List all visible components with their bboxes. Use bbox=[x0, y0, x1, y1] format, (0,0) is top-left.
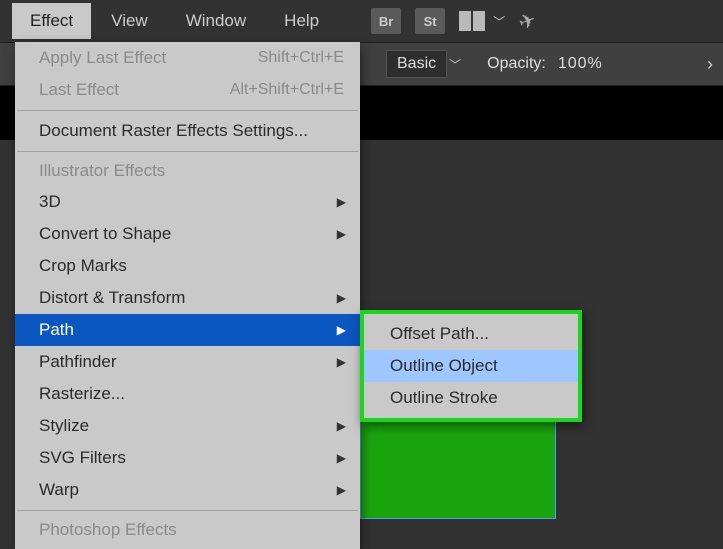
workspace-switcher-icon[interactable] bbox=[459, 11, 485, 31]
graphic-style-select[interactable]: Basic bbox=[386, 50, 447, 78]
menuitem-rasterize[interactable]: Rasterize... bbox=[15, 378, 360, 410]
menu-help[interactable]: Help bbox=[266, 3, 337, 39]
menuitem-crop-marks[interactable]: Crop Marks bbox=[15, 250, 360, 282]
separator bbox=[17, 110, 358, 111]
submenu-arrow-icon: ▶ bbox=[337, 419, 346, 433]
menubar: Effect View Window Help Br St ﹀ ✈ bbox=[0, 0, 723, 42]
menuitem-last-effect[interactable]: Last Effect Alt+Shift+Ctrl+E bbox=[15, 74, 360, 106]
menuitem-warp[interactable]: Warp ▶ bbox=[15, 474, 360, 506]
effect-menu-dropdown: Apply Last Effect Shift+Ctrl+E Last Effe… bbox=[15, 42, 360, 549]
menu-effect[interactable]: Effect bbox=[12, 3, 91, 39]
submenu-arrow-icon: ▶ bbox=[337, 451, 346, 465]
submenu-arrow-icon: ▶ bbox=[337, 483, 346, 497]
menuitem-label: Path bbox=[39, 320, 74, 340]
stock-icon[interactable]: St bbox=[415, 8, 445, 34]
menuitem-label: Distort & Transform bbox=[39, 288, 185, 308]
menuitem-label: SVG Filters bbox=[39, 448, 126, 468]
submenu-outline-object[interactable]: Outline Object bbox=[364, 350, 578, 382]
menuitem-label: 3D bbox=[39, 192, 61, 212]
submenu-arrow-icon: ▶ bbox=[337, 323, 346, 337]
menuitem-shortcut: Alt+Shift+Ctrl+E bbox=[230, 81, 344, 99]
more-options-icon[interactable]: › bbox=[707, 54, 713, 75]
menuitem-svg-filters[interactable]: SVG Filters ▶ bbox=[15, 442, 360, 474]
menuitem-distort-transform[interactable]: Distort & Transform ▶ bbox=[15, 282, 360, 314]
bridge-icon[interactable]: Br bbox=[371, 8, 401, 34]
submenu-arrow-icon: ▶ bbox=[337, 291, 346, 305]
submenu-arrow-icon: ▶ bbox=[337, 355, 346, 369]
menuitem-label: Stylize bbox=[39, 416, 89, 436]
menu-window[interactable]: Window bbox=[168, 3, 264, 39]
menuitem-shortcut: Shift+Ctrl+E bbox=[258, 49, 344, 67]
submenu-arrow-icon: ▶ bbox=[337, 227, 346, 241]
menuitem-label: Last Effect bbox=[39, 80, 119, 100]
submenu-outline-stroke[interactable]: Outline Stroke bbox=[364, 382, 578, 414]
menuitem-3d[interactable]: 3D ▶ bbox=[15, 186, 360, 218]
menuitem-label: Document Raster Effects Settings... bbox=[39, 121, 308, 141]
submenu-offset-path[interactable]: Offset Path... bbox=[364, 318, 578, 350]
menuitem-label: Crop Marks bbox=[39, 256, 127, 276]
section-header-illustrator: Illustrator Effects bbox=[15, 156, 360, 186]
rocket-icon[interactable]: ✈ bbox=[515, 6, 539, 35]
menuitem-label: Apply Last Effect bbox=[39, 48, 166, 68]
menuitem-path[interactable]: Path ▶ bbox=[15, 314, 360, 346]
separator bbox=[17, 510, 358, 511]
menuitem-doc-raster-settings[interactable]: Document Raster Effects Settings... bbox=[15, 115, 360, 147]
separator bbox=[17, 151, 358, 152]
menuitem-apply-last-effect[interactable]: Apply Last Effect Shift+Ctrl+E bbox=[15, 42, 360, 74]
chevron-down-icon[interactable]: ﹀ bbox=[449, 56, 461, 73]
opacity-label: Opacity: bbox=[487, 55, 546, 73]
menuitem-label: Pathfinder bbox=[39, 352, 117, 372]
menuitem-stylize[interactable]: Stylize ▶ bbox=[15, 410, 360, 442]
opacity-value[interactable]: 100% bbox=[558, 55, 603, 73]
submenu-arrow-icon: ▶ bbox=[337, 195, 346, 209]
menuitem-label: Warp bbox=[39, 480, 79, 500]
menuitem-label: Rasterize... bbox=[39, 384, 125, 404]
chevron-down-icon[interactable]: ﹀ bbox=[493, 13, 505, 30]
menubar-right: Br St ﹀ ✈ bbox=[371, 8, 536, 34]
menu-view[interactable]: View bbox=[93, 3, 166, 39]
menuitem-convert-to-shape[interactable]: Convert to Shape ▶ bbox=[15, 218, 360, 250]
menuitem-label: Convert to Shape bbox=[39, 224, 171, 244]
menuitem-pathfinder[interactable]: Pathfinder ▶ bbox=[15, 346, 360, 378]
section-header-photoshop: Photoshop Effects bbox=[15, 515, 360, 545]
path-submenu: Offset Path... Outline Object Outline St… bbox=[360, 310, 582, 422]
